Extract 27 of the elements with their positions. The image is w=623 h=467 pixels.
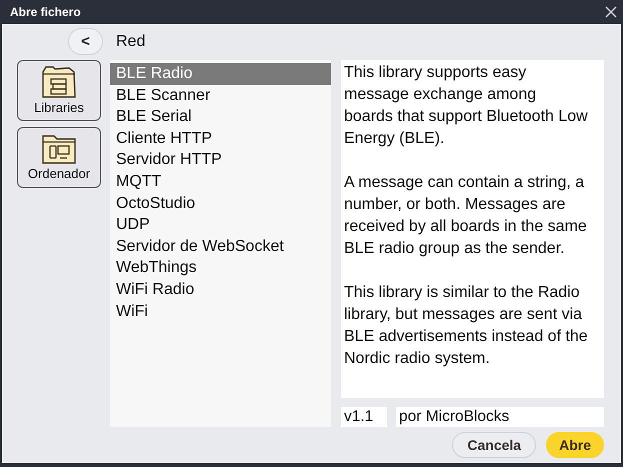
version-field: v1.1 (341, 407, 387, 427)
books-folder-icon (41, 66, 77, 98)
description-paragraph: This library supports easy message exchange among boards that support Bluetooth Low Energy (BLE). (344, 63, 588, 149)
file-item[interactable]: BLE Radio (110, 63, 331, 85)
file-item[interactable]: WebThings (110, 257, 331, 279)
computer-folder-icon (41, 134, 77, 164)
file-item[interactable]: OctoStudio (110, 192, 331, 214)
file-item[interactable]: WiFi (110, 300, 331, 322)
location-label: Red (116, 32, 146, 50)
open-button[interactable]: Abre (546, 432, 604, 458)
close-icon[interactable] (605, 6, 617, 18)
place-button[interactable]: Libraries (17, 60, 101, 121)
back-button[interactable]: < (68, 28, 103, 55)
description-paragraph: A message can contain a string, a number, or both. Messages are received by all boards in the same BLE radio group as the sender. (344, 173, 588, 259)
file-item[interactable]: MQTT (110, 170, 331, 193)
file-item[interactable]: Servidor de WebSocket (110, 236, 331, 258)
author-field: por MicroBlocks (396, 407, 604, 427)
file-item[interactable]: BLE Serial (110, 106, 331, 128)
file-item[interactable]: UDP (110, 214, 331, 236)
description-paragraph: This library is similar to the Radio library, but messages are sent via BLE advertisements instead of the Nordic radio system. (344, 283, 588, 369)
file-item[interactable]: BLE Scanner (110, 84, 331, 106)
window-title: Abre fichero (10, 5, 81, 19)
place-button[interactable]: Ordenador (17, 127, 101, 188)
cancel-button[interactable]: Cancela (452, 432, 536, 458)
file-item[interactable]: WiFi Radio (110, 278, 331, 301)
file-item[interactable]: Servidor HTTP (110, 149, 331, 171)
file-item[interactable]: Cliente HTTP (110, 128, 331, 150)
